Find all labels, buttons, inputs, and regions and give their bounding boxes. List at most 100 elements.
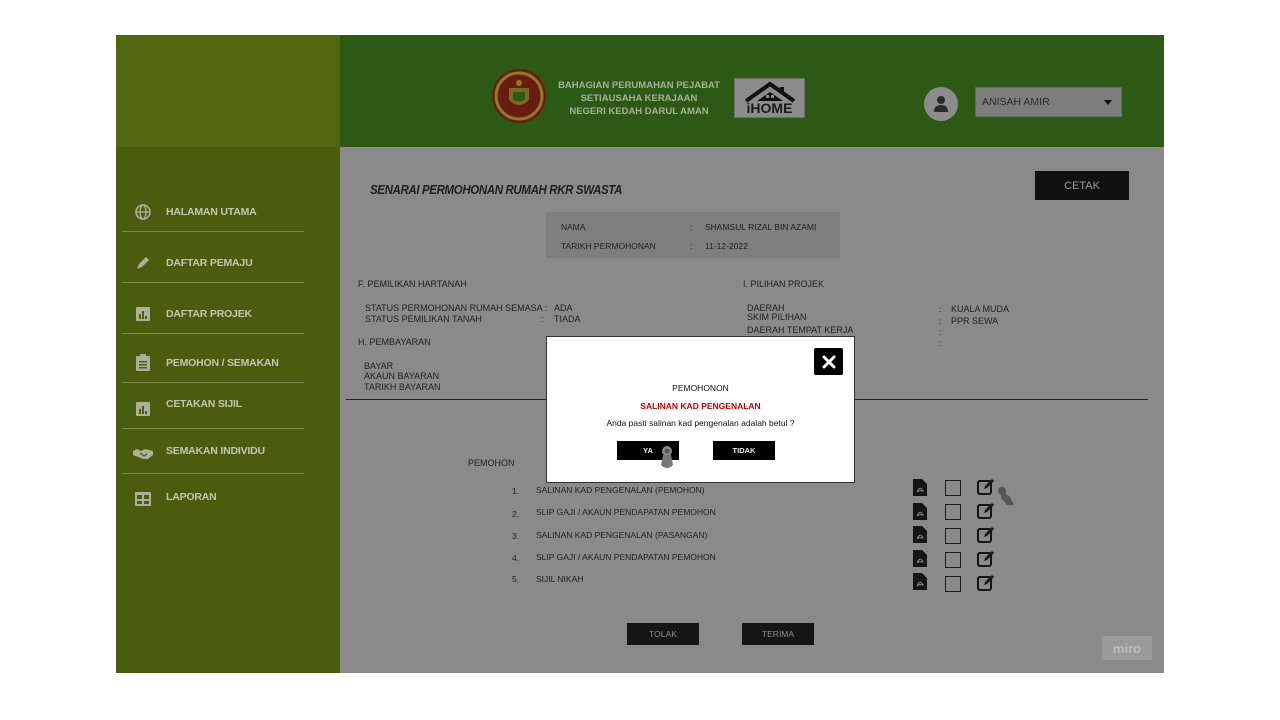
modal-title: PEMOHONON [672, 383, 729, 393]
edit-icon[interactable] [977, 574, 995, 592]
kerja-separator: : [939, 327, 942, 337]
date-value: 11-12-2022 [705, 241, 748, 251]
section-i-title: I. PILIHAN PROJEK [743, 279, 825, 289]
sidebar-item-label: DAFTAR PROJEK [166, 307, 252, 320]
edit-icon[interactable] [977, 550, 995, 568]
doc-number: 4. [512, 553, 520, 563]
doc-checkbox[interactable] [945, 480, 961, 496]
daerah-value: KUALA MUDA [951, 304, 1010, 314]
ihome-logo: iHOME [734, 78, 805, 118]
extra-separator: : [939, 338, 942, 348]
pdf-icon[interactable] [913, 479, 927, 496]
name-value: SHAMSUL RIZAL BIN AZAMI [705, 222, 817, 232]
bayar-label: BAYAR [364, 361, 394, 371]
akaun-bayaran-label: AKAUN BAYARAN [364, 371, 440, 381]
status-tanah-value: TIADA [554, 314, 581, 324]
pointer-hand-icon [998, 487, 1014, 505]
confirm-modal: PEMOHONON SALINAN KAD PENGENALAN Anda pa… [546, 336, 855, 483]
agency-name: BAHAGIAN PERUMAHAN PEJABAT SETIAUSAHA KE… [555, 79, 723, 118]
handshake-icon [128, 447, 158, 461]
doc-number: 1. [512, 486, 520, 496]
caret-down-icon [1104, 100, 1112, 105]
skim-value: PPR SEWA [951, 316, 999, 326]
ihome-logo-text: iHOME [746, 100, 793, 116]
daerah-separator: : [939, 304, 942, 314]
daerah-kerja-label: DAERAH TEMPAT KERJA [747, 325, 854, 335]
agency-line: NEGERI KEDAH DARUL AMAN [569, 106, 709, 117]
status-tanah-separator: : [541, 314, 544, 324]
table-icon [128, 491, 158, 507]
chart-icon [128, 306, 158, 322]
user-name: ANISAH AMIR [982, 96, 1050, 108]
doc-checkbox[interactable] [945, 504, 961, 520]
agency-line: BAHAGIAN PERUMAHAN PEJABAT [558, 80, 720, 91]
sidebar: HALAMAN UTAMA DAFTAR PEMAJU DAFTAR PROJE… [116, 35, 340, 673]
applicant-info-box [546, 212, 840, 258]
doc-number: 3. [512, 531, 520, 541]
sidebar-item-pemohon-semakan[interactable]: PEMOHON / SEMAKAN [122, 343, 304, 383]
agency-line: SETIAUSAHA KERAJAAN [580, 93, 698, 104]
sidebar-item-label: SEMAKAN INDIVIDU [166, 444, 265, 457]
sidebar-item-label: HALAMAN UTAMA [166, 205, 257, 218]
doc-name: SLIP GAJI / AKAUN PENDAPATAN PEMOHON [536, 552, 716, 562]
page-title: SENARAI PERMOHONAN RUMAH RKR SWASTA [370, 183, 623, 197]
user-icon [934, 96, 948, 112]
top-header: BAHAGIAN PERUMAHAN PEJABAT SETIAUSAHA KE… [340, 35, 1164, 147]
pdf-icon[interactable] [913, 573, 927, 590]
documents-section-label: PEMOHON [468, 458, 515, 468]
chart-icon [128, 401, 158, 417]
pdf-icon[interactable] [913, 503, 927, 520]
sidebar-item-laporan[interactable]: LAPORAN [122, 479, 304, 519]
section-f-title: F. PEMILIKAN HARTANAH [358, 279, 467, 289]
doc-number: 5. [512, 574, 520, 584]
print-button[interactable]: CETAK [1035, 171, 1129, 200]
sidebar-item-label: PEMOHON / SEMAKAN [166, 356, 279, 369]
edit-icon[interactable] [977, 526, 995, 544]
sidebar-header [116, 35, 340, 147]
sidebar-item-semakan-individu[interactable]: SEMAKAN INDIVIDU [122, 434, 304, 474]
status-tanah-label: STATUS PEMILIKAN TANAH [365, 314, 482, 324]
miro-watermark: miro [1102, 636, 1152, 660]
state-crest-logo [491, 68, 547, 124]
sidebar-item-cetakan-sijil[interactable]: CETAKAN SIJIL [122, 389, 304, 429]
sidebar-item-daftar-projek[interactable]: DAFTAR PROJEK [122, 294, 304, 334]
status-rumah-label: STATUS PERMOHONAN RUMAH SEMASA : [365, 303, 548, 313]
doc-name: SALINAN KAD PENGENALAN (PASANGAN) [536, 530, 708, 540]
doc-name: SIJIL NIKAH [536, 574, 584, 584]
modal-subtitle: SALINAN KAD PENGENALAN [640, 401, 761, 411]
edit-icon[interactable] [977, 478, 995, 496]
accept-button[interactable]: TERIMA [742, 623, 814, 645]
sidebar-item-halaman-utama[interactable]: HALAMAN UTAMA [122, 192, 304, 232]
pdf-icon[interactable] [913, 550, 927, 567]
doc-name: SALINAN KAD PENGENALAN (PEMOHON) [536, 485, 705, 495]
name-label: NAMA [561, 222, 586, 232]
date-label: TARIKH PERMOHONAN [561, 241, 656, 251]
name-separator: : [690, 222, 693, 232]
close-icon [822, 355, 835, 368]
modal-question: Anda pasti salinan kad pengenalan adalah… [606, 418, 795, 428]
skim-separator: : [939, 316, 942, 326]
doc-name: SLIP GAJI / AKAUN PENDAPATAN PEMOHON [536, 507, 716, 517]
sidebar-item-daftar-pemaju[interactable]: DAFTAR PEMAJU [122, 243, 304, 283]
pen-icon [128, 255, 158, 271]
doc-checkbox[interactable] [945, 528, 961, 544]
close-button[interactable] [814, 348, 843, 375]
user-dropdown[interactable]: ANISAH AMIR [975, 87, 1122, 117]
sidebar-item-label: CETAKAN SIJIL [166, 397, 242, 410]
no-button[interactable]: TIDAK [713, 441, 775, 460]
status-rumah-value: ADA [554, 303, 573, 313]
globe-icon [128, 203, 158, 220]
pdf-icon[interactable] [913, 526, 927, 543]
tarikh-bayaran-label: TARIKH BAYARAN [364, 382, 441, 392]
avatar[interactable] [924, 87, 958, 121]
clipboard-icon [128, 353, 158, 372]
sidebar-item-label: LAPORAN [166, 491, 217, 503]
edit-icon[interactable] [977, 502, 995, 520]
sidebar-item-label: DAFTAR PEMAJU [166, 256, 253, 269]
doc-checkbox[interactable] [945, 576, 961, 592]
section-h-title: H. PEMBAYARAN [358, 337, 431, 347]
doc-checkbox[interactable] [945, 552, 961, 568]
reject-button[interactable]: TOLAK [627, 623, 699, 645]
date-separator: : [690, 241, 693, 251]
app-frame: HALAMAN UTAMA DAFTAR PEMAJU DAFTAR PROJE… [116, 35, 1164, 673]
